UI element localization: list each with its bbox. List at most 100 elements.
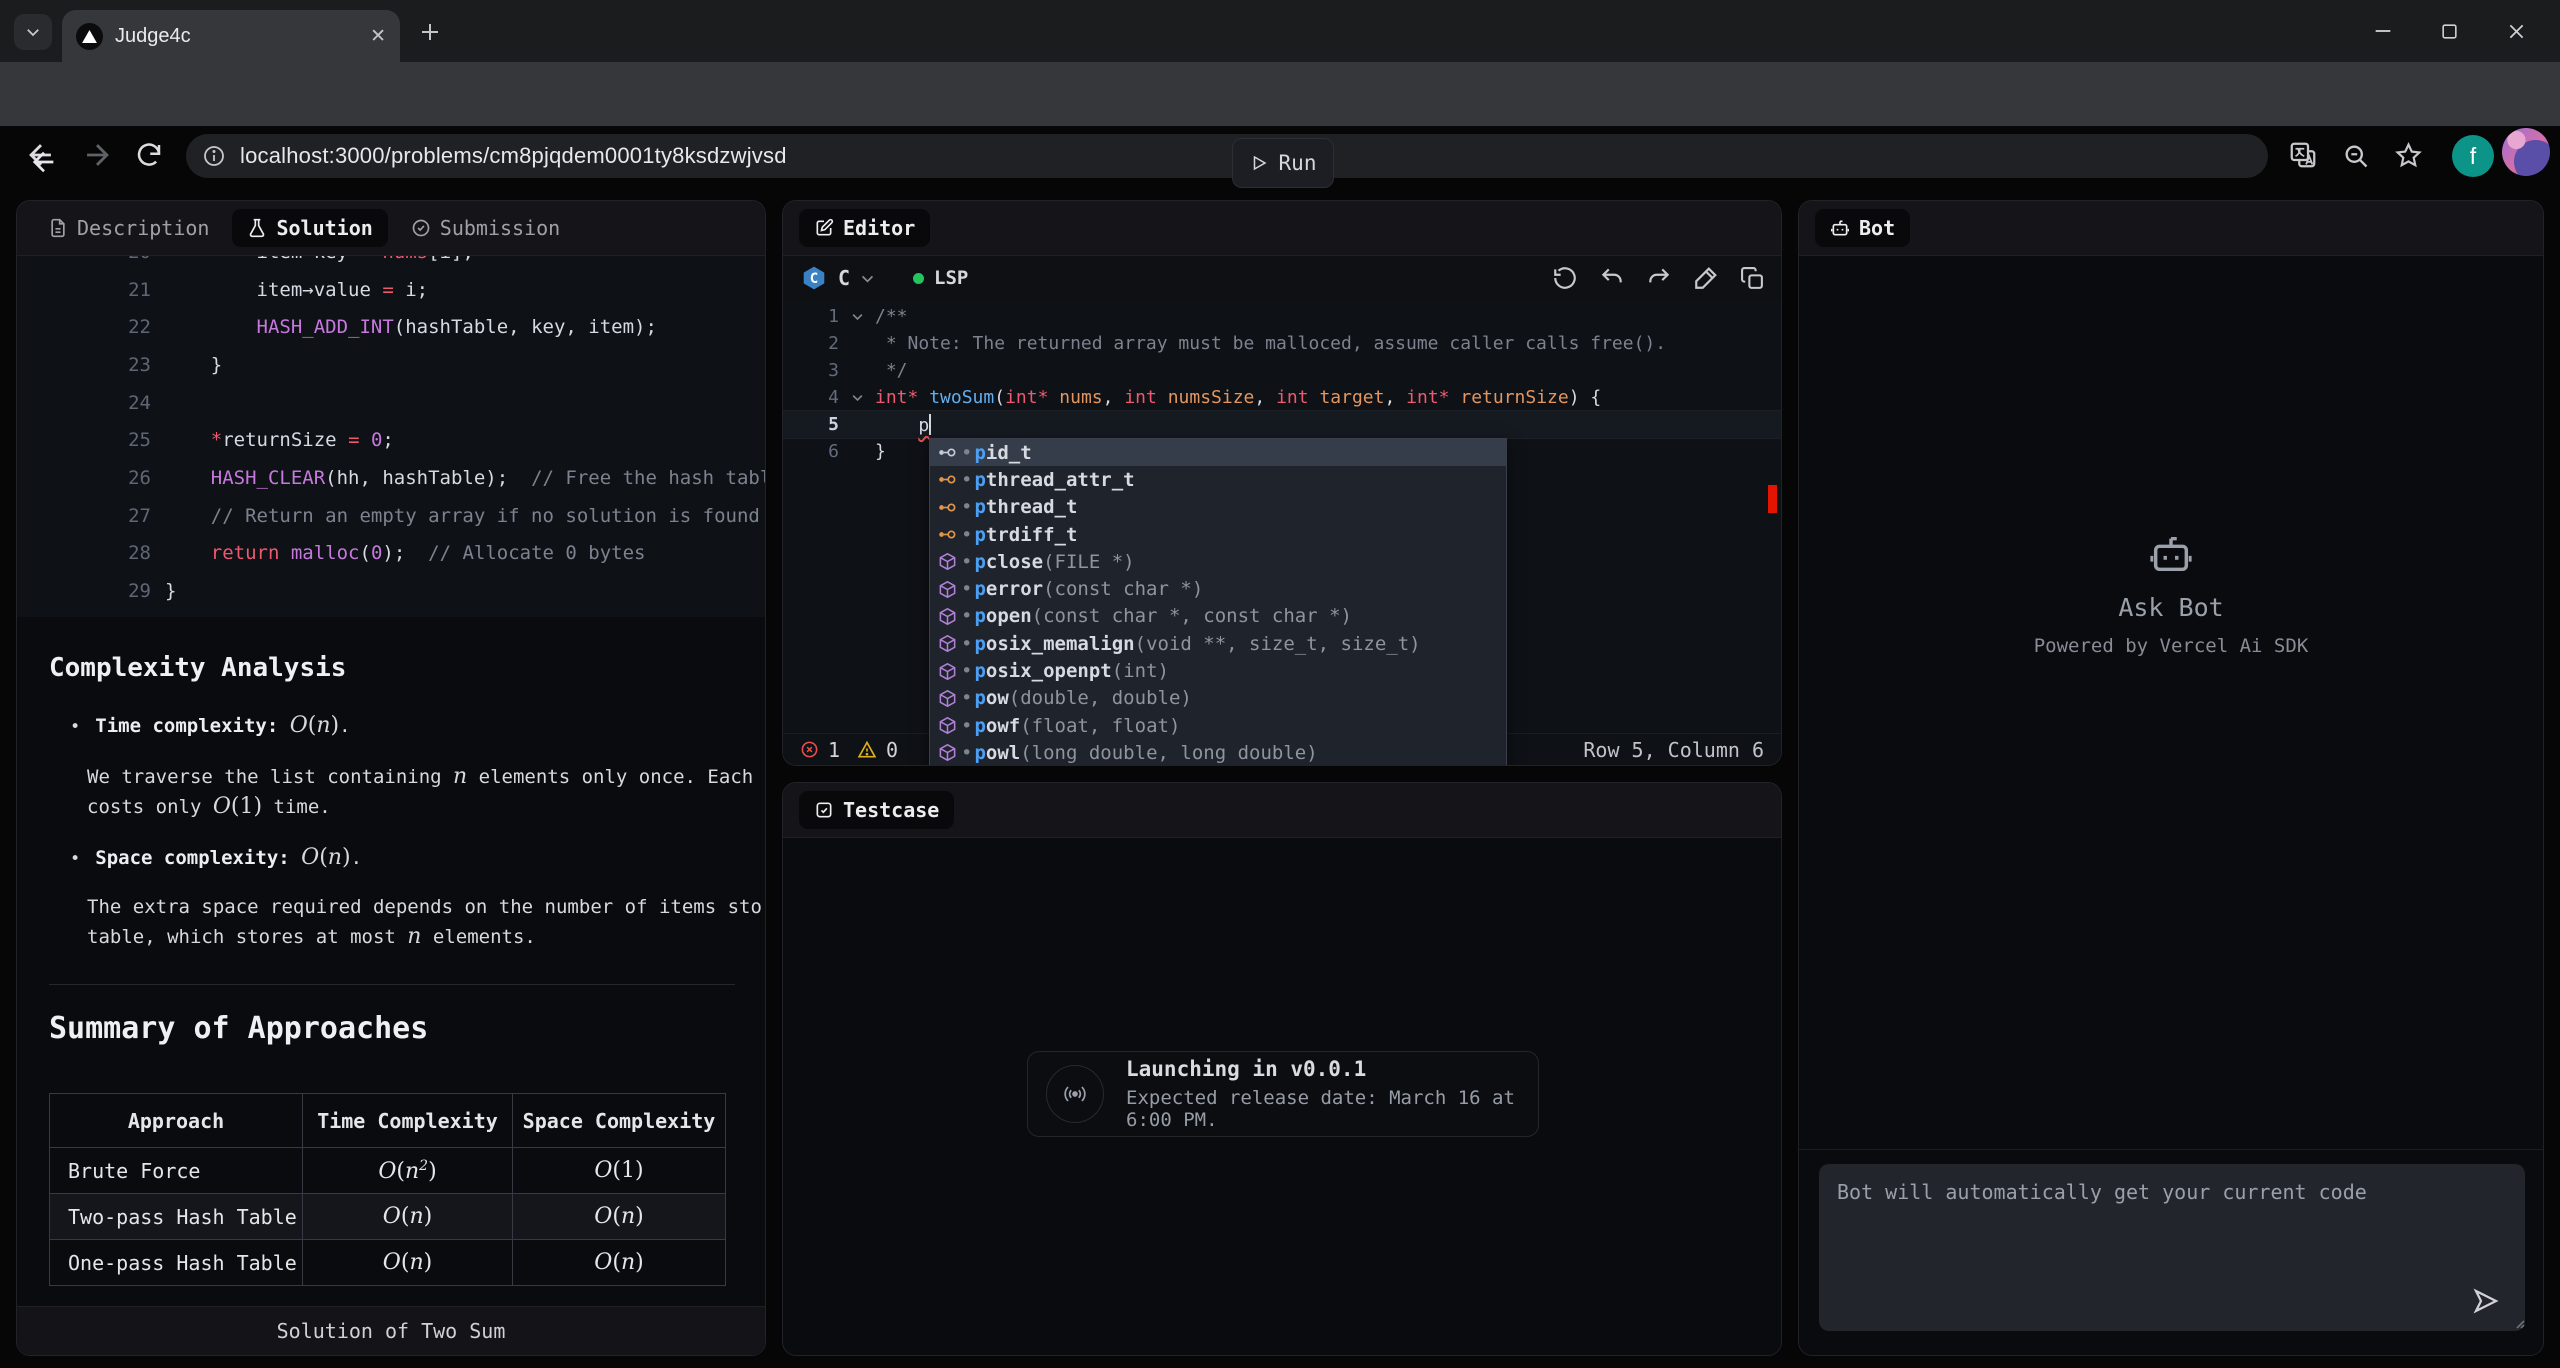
tab-bot[interactable]: Bot (1815, 209, 1910, 247)
window-maximize-button[interactable] (2440, 0, 2459, 62)
line-number: 6 (783, 441, 839, 462)
function-symbol-icon (936, 552, 958, 571)
copy-icon[interactable] (1740, 266, 1765, 291)
line-number: 25 (17, 429, 151, 451)
editor-line[interactable]: 5 p (783, 411, 1781, 438)
code-text: int* twoSum(int* nums, int numsSize, int… (875, 387, 1601, 408)
send-icon[interactable] (2471, 1286, 2501, 1316)
tab-testcase[interactable]: Testcase (799, 791, 954, 829)
text-cursor (929, 414, 931, 435)
bookmark-star-icon[interactable] (2394, 141, 2423, 170)
text-line: costs only O(1) time. (87, 792, 765, 822)
edit-pencil-icon (814, 218, 834, 238)
tab-editor[interactable]: Editor (799, 209, 930, 247)
info-icon[interactable] (202, 144, 226, 168)
time-complexity-bullet: •Time complexity: O(n). (70, 711, 351, 742)
editor-toolbar: C C LSP (783, 255, 1781, 301)
lsp-status-dot (913, 273, 924, 284)
chevron-down-icon (24, 23, 42, 41)
reload-button[interactable] (134, 140, 164, 170)
bot-title: Ask Bot (2118, 593, 2223, 622)
c-language-icon: C (801, 265, 827, 291)
bot-panel-header: Bot (1799, 201, 2543, 256)
editor-line[interactable]: 4int* twoSum(int* nums, int numsSize, in… (783, 384, 1781, 411)
user-avatar[interactable] (2502, 128, 2550, 176)
flask-icon (247, 218, 267, 238)
code-text: */ (875, 360, 908, 381)
bot-icon (1830, 218, 1850, 238)
reset-code-icon[interactable] (1552, 265, 1578, 291)
tab-submission[interactable]: Submission (396, 209, 575, 247)
code-text: *returnSize = 0; (165, 429, 394, 451)
warning-count-icon (857, 740, 877, 760)
table-header-cell: Space Complexity (513, 1094, 726, 1148)
suggest-item[interactable]: •posix_memalign(void **, size_t, size_t) (930, 630, 1506, 657)
forward-button[interactable] (80, 138, 114, 172)
browser-tab-strip: Judge4c ✕ (0, 0, 2560, 62)
suggest-item[interactable]: •posix_openpt(int) (930, 657, 1506, 684)
tab-search-button[interactable] (14, 14, 52, 50)
url-text: localhost:3000/problems/cm8pjqdem0001ty8… (240, 143, 787, 169)
suggest-item[interactable]: •perror(const char *) (930, 575, 1506, 602)
time-complexity-cell: O(n) (303, 1194, 513, 1240)
new-tab-button[interactable] (418, 20, 442, 44)
typedef-symbol-icon (936, 443, 958, 462)
window-minimize-button[interactable] (2372, 0, 2394, 62)
site-favicon-icon (76, 23, 103, 50)
zoom-out-icon[interactable] (2342, 142, 2370, 170)
suggest-item[interactable]: •powl(long double, long double) (930, 739, 1506, 766)
suggest-item[interactable]: •popen(const char *, const char *) (930, 603, 1506, 630)
line-number: 23 (17, 354, 151, 376)
table-header-row: ApproachTime ComplexitySpace Complexity (50, 1094, 726, 1148)
bot-icon (2148, 531, 2194, 577)
language-select-value[interactable]: C (838, 266, 850, 290)
approaches-table: ApproachTime ComplexitySpace ComplexityB… (49, 1093, 726, 1286)
suggest-item[interactable]: •pow(double, double) (930, 685, 1506, 712)
bot-panel: Bot Ask Bot Powered by Vercel Ai SDK (1798, 200, 2544, 1356)
suggest-item[interactable]: •powf(float, float) (930, 712, 1506, 739)
tab-description[interactable]: Description (33, 209, 224, 247)
browser-profile-avatar[interactable]: f (2452, 135, 2494, 177)
app-back-button[interactable] (28, 146, 60, 178)
suggest-item[interactable]: •pid_t (930, 439, 1506, 466)
fold-chevron-icon[interactable] (839, 309, 875, 324)
bot-message-input[interactable] (1819, 1164, 2525, 1331)
translate-icon[interactable] (2288, 140, 2318, 170)
undo-icon[interactable] (1599, 265, 1625, 291)
bot-powered-by: Powered by Vercel Ai SDK (2034, 635, 2309, 657)
fold-chevron-icon[interactable] (839, 390, 875, 405)
address-bar[interactable]: localhost:3000/problems/cm8pjqdem0001ty8… (186, 134, 2268, 178)
tab-solution[interactable]: Solution (232, 209, 387, 247)
suggest-item[interactable]: •pthread_t (930, 494, 1506, 521)
arrow-right-icon (80, 138, 114, 172)
lsp-label: LSP (934, 267, 968, 289)
run-button[interactable]: Run (1232, 138, 1334, 188)
code-text: item→key = nums[i]; (165, 255, 474, 263)
arrow-left-icon (28, 146, 60, 178)
resize-handle[interactable] (2511, 1315, 2525, 1329)
chevron-down-icon[interactable] (859, 270, 876, 287)
browser-window: Judge4c ✕ localhost:3000/problems/cm8pjq… (0, 0, 2560, 1368)
time-complexity-cell: O(n2) (303, 1148, 513, 1194)
redo-icon[interactable] (1646, 265, 1672, 291)
window-close-button[interactable] (2506, 0, 2527, 62)
suggest-item[interactable]: •pclose(FILE *) (930, 548, 1506, 575)
plus-icon (418, 20, 442, 44)
line-number: 1 (783, 306, 839, 327)
line-number: 29 (17, 580, 151, 602)
editor-line[interactable]: 1/** (783, 303, 1781, 330)
play-icon (1250, 154, 1268, 172)
code-text: * Note: The returned array must be mallo… (875, 333, 1666, 354)
browser-tab[interactable]: Judge4c ✕ (62, 10, 400, 62)
editor-line[interactable]: 3 */ (783, 357, 1781, 384)
editor-line[interactable]: 2 * Note: The returned array must be mal… (783, 330, 1781, 357)
space-complexity-cell: O(n) (513, 1194, 726, 1240)
line-number: 5 (783, 414, 839, 435)
tab-close-icon[interactable]: ✕ (370, 25, 386, 48)
function-symbol-icon (936, 662, 958, 681)
suggest-item[interactable]: •ptrdiff_t (930, 521, 1506, 548)
autocomplete-popup: •pid_t•pthread_attr_t•pthread_t•ptrdiff_… (929, 438, 1507, 766)
error-count-icon (800, 740, 819, 759)
suggest-item[interactable]: •pthread_attr_t (930, 466, 1506, 493)
format-brush-icon[interactable] (1693, 265, 1719, 291)
